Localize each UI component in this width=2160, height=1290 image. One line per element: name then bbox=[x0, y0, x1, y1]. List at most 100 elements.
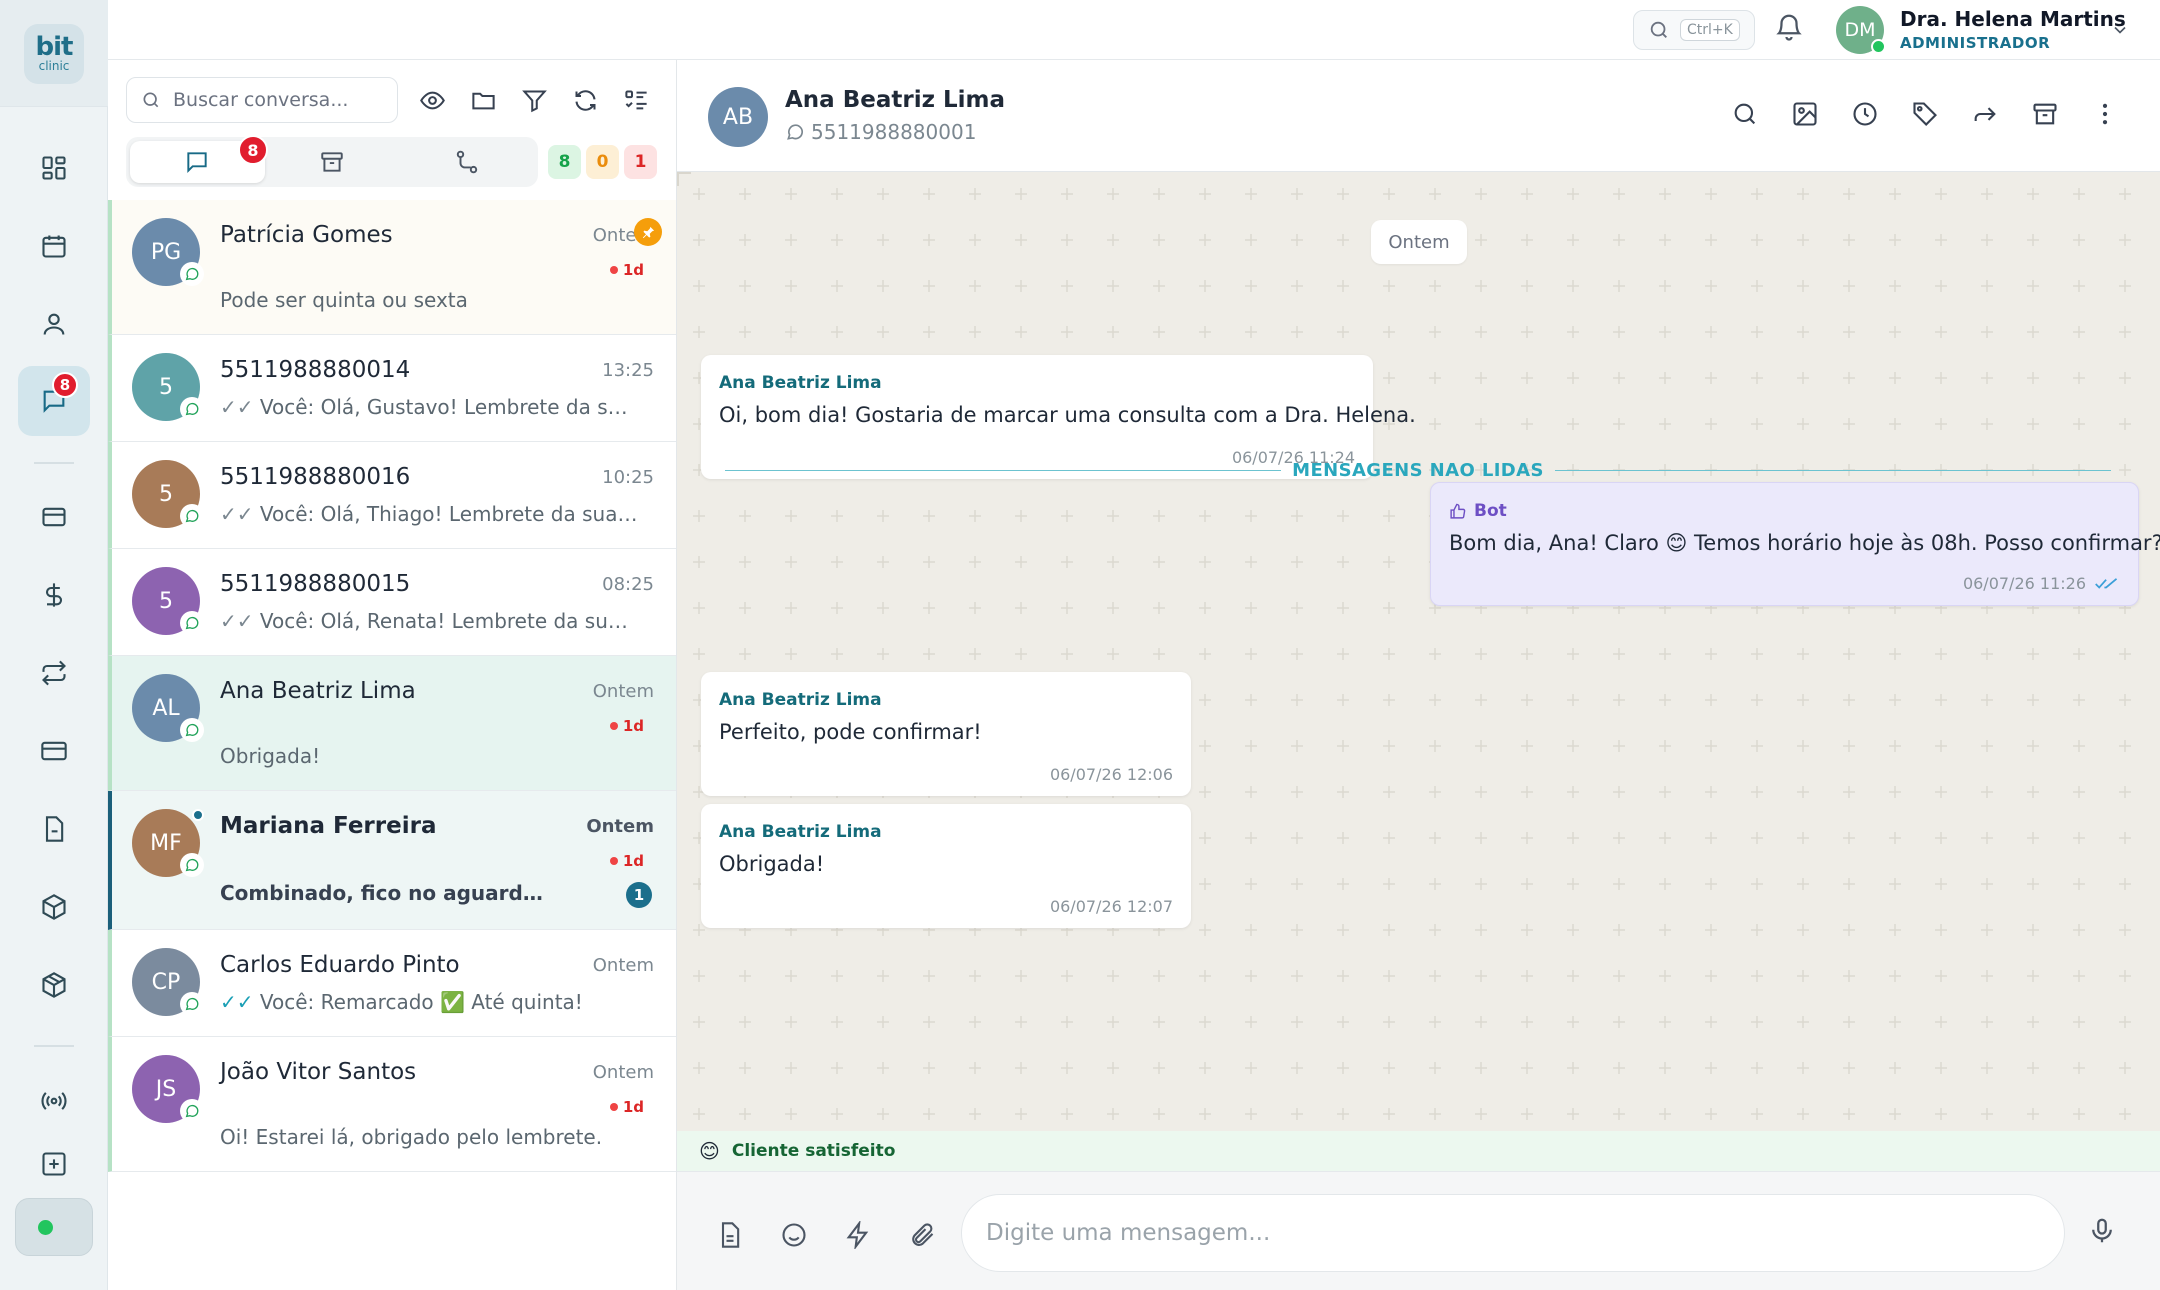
conversation-item-unread[interactable]: MF Mariana Ferreira Ontem 1d Combinado, … bbox=[108, 791, 676, 930]
search-messages-button[interactable] bbox=[1727, 96, 1763, 132]
whatsapp-icon bbox=[180, 504, 204, 528]
message-bubble-outgoing[interactable]: Bot Bom dia, Ana! Claro 😊 Temos horário … bbox=[1430, 482, 2160, 606]
message-preview: Obrigada! bbox=[220, 744, 321, 768]
message-bubble-incoming[interactable]: Ana Beatriz Lima Perfeito, pode confirma… bbox=[701, 672, 1191, 796]
message-bubble-incoming[interactable]: Ana Beatriz Lima Obrigada! 06/07/26 12:0… bbox=[701, 804, 1191, 928]
composer-tools bbox=[713, 1218, 939, 1252]
rail-item-broadcast[interactable] bbox=[18, 1066, 90, 1136]
template-button[interactable] bbox=[713, 1218, 747, 1252]
rail-item-billing[interactable] bbox=[18, 482, 90, 552]
refresh-icon bbox=[574, 89, 596, 111]
list-checks-icon bbox=[624, 89, 647, 109]
message-area[interactable]: Ontem Ana Beatriz Lima Oi, bom dia! Gost… bbox=[677, 172, 2160, 1131]
timestamp: 06/07/26 12:07 bbox=[1049, 897, 1173, 916]
rail-item-dashboard[interactable] bbox=[18, 133, 90, 203]
conversation-item[interactable]: CP Carlos Eduardo Pinto Ontem ✓✓ Você: R… bbox=[108, 930, 676, 1037]
sentiment-bar: 😊 Cliente satisfeito bbox=[677, 1131, 2160, 1171]
avatar-initials: AL bbox=[152, 695, 180, 721]
pin-icon[interactable] bbox=[634, 218, 662, 246]
timestamp: 06/07/26 11:26 bbox=[1962, 574, 2086, 593]
whatsapp-icon bbox=[180, 853, 204, 877]
search-icon bbox=[143, 92, 159, 108]
emoji-button[interactable] bbox=[777, 1218, 811, 1252]
rail-item-patients[interactable] bbox=[18, 289, 90, 359]
message-input-field[interactable] bbox=[961, 1194, 2065, 1272]
forward-button[interactable] bbox=[1967, 96, 2003, 132]
quick-replies-button[interactable] bbox=[841, 1218, 875, 1252]
rail-item-transfers[interactable] bbox=[18, 638, 90, 708]
chevron-down-icon bbox=[2114, 26, 2126, 34]
connection-status-toggle[interactable] bbox=[15, 1198, 93, 1256]
archive-button[interactable] bbox=[2027, 96, 2063, 132]
message-preview: Combinado, fico no aguardo 🙏 bbox=[220, 881, 550, 905]
message-preview: ✓✓ Você: Olá, Renata! Lembrete da sua co… bbox=[220, 609, 640, 633]
history-button[interactable] bbox=[1847, 96, 1883, 132]
conversation-item[interactable]: 5 5511988880016 10:25 ✓✓ Você: Olá, Thia… bbox=[108, 442, 676, 549]
voice-message-button[interactable] bbox=[2087, 1216, 2117, 1246]
message-input[interactable] bbox=[986, 1220, 2036, 1246]
archive-icon bbox=[321, 152, 343, 172]
tab-open-chats[interactable]: 8 bbox=[130, 135, 268, 183]
conversation-item[interactable]: PG Patrícia Gomes Ontem 1d Pode ser quin… bbox=[108, 200, 676, 335]
tab-archived[interactable] bbox=[265, 141, 400, 183]
conversation-search-input[interactable] bbox=[173, 89, 373, 111]
nav-rail: bit clinic 8 bbox=[0, 0, 108, 1290]
whatsapp-icon bbox=[180, 992, 204, 1016]
avatar-initials: JS bbox=[155, 1076, 177, 1102]
conversation-time: Ontem bbox=[592, 681, 654, 702]
refresh-button[interactable] bbox=[567, 82, 603, 118]
user-menu-toggle[interactable] bbox=[2110, 20, 2130, 40]
rail-item-finance[interactable] bbox=[18, 560, 90, 630]
avatar-initials: CP bbox=[151, 969, 181, 995]
conversation-search[interactable] bbox=[126, 77, 398, 123]
paperclip-icon bbox=[912, 1223, 934, 1246]
search-icon bbox=[1734, 103, 1756, 125]
user-avatar[interactable]: DM bbox=[1836, 6, 1886, 54]
user-name[interactable]: Dra. Helena Martins bbox=[1900, 7, 2126, 31]
media-button[interactable] bbox=[1787, 96, 1823, 132]
user-role: ADMINISTRADOR bbox=[1900, 34, 2051, 52]
conversation-item[interactable]: 5 5511988880015 08:25 ✓✓ Você: Olá, Rena… bbox=[108, 549, 676, 656]
unread-separator-label: MENSAGENS NAO LIDAS bbox=[1292, 460, 1544, 481]
chat-panel: AB Ana Beatriz Lima 5511988880001 Ontem … bbox=[677, 60, 2160, 1290]
global-search-button[interactable]: Ctrl+K bbox=[1633, 10, 1755, 50]
sender-name: Bot bbox=[1474, 501, 1507, 521]
age-badge: 1d bbox=[610, 852, 644, 870]
rail-item-more[interactable] bbox=[18, 1150, 90, 1180]
rail-item-products[interactable] bbox=[18, 950, 90, 1020]
rail-item-chat[interactable]: 8 bbox=[18, 366, 90, 436]
filter-button[interactable] bbox=[516, 82, 552, 118]
tags-button[interactable] bbox=[1907, 96, 1943, 132]
more-options-button[interactable] bbox=[2087, 96, 2123, 132]
rail-item-payments[interactable] bbox=[18, 716, 90, 786]
conversation-item[interactable]: JS João Vitor Santos Ontem 1d Oi! Estare… bbox=[108, 1037, 676, 1172]
brand-logo[interactable]: bit clinic bbox=[24, 24, 84, 84]
rail-item-documents[interactable] bbox=[18, 794, 90, 864]
folders-button[interactable] bbox=[465, 82, 501, 118]
view-toggle-button[interactable] bbox=[414, 82, 450, 118]
tag-icon bbox=[1913, 102, 1937, 126]
list-view-button[interactable] bbox=[618, 82, 654, 118]
count-green[interactable]: 8 bbox=[548, 145, 581, 179]
box-icon bbox=[42, 894, 66, 920]
message-text: Perfeito, pode confirmar! bbox=[719, 720, 982, 744]
count-orange[interactable]: 0 bbox=[586, 145, 619, 179]
count-red[interactable]: 1 bbox=[624, 145, 657, 179]
dollar-icon bbox=[45, 583, 63, 607]
plus-square-icon bbox=[42, 1152, 66, 1176]
chat-contact-name[interactable]: Ana Beatriz Lima bbox=[785, 87, 1005, 113]
conversation-time: Ontem bbox=[592, 1062, 654, 1083]
tab-routing[interactable] bbox=[399, 141, 534, 183]
rail-item-inventory[interactable] bbox=[18, 872, 90, 942]
conversation-item[interactable]: 5 5511988880014 13:25 ✓✓ Você: Olá, Gust… bbox=[108, 335, 676, 442]
attach-button[interactable] bbox=[905, 1218, 939, 1252]
whatsapp-icon bbox=[180, 262, 204, 286]
message-text: Bom dia, Ana! Claro 😊 Temos horário hoje… bbox=[1449, 531, 2160, 555]
message-time: 06/07/26 12:07 bbox=[1050, 897, 1173, 916]
notifications-button[interactable] bbox=[1774, 12, 1804, 42]
message-time: 06/07/26 11:26 bbox=[1963, 574, 2120, 593]
calendar-icon bbox=[42, 235, 66, 258]
chat-contact-avatar[interactable]: AB bbox=[708, 87, 768, 147]
rail-item-calendar[interactable] bbox=[18, 211, 90, 281]
conversation-item-selected[interactable]: AL Ana Beatriz Lima Ontem 1d Obrigada! bbox=[108, 656, 676, 791]
